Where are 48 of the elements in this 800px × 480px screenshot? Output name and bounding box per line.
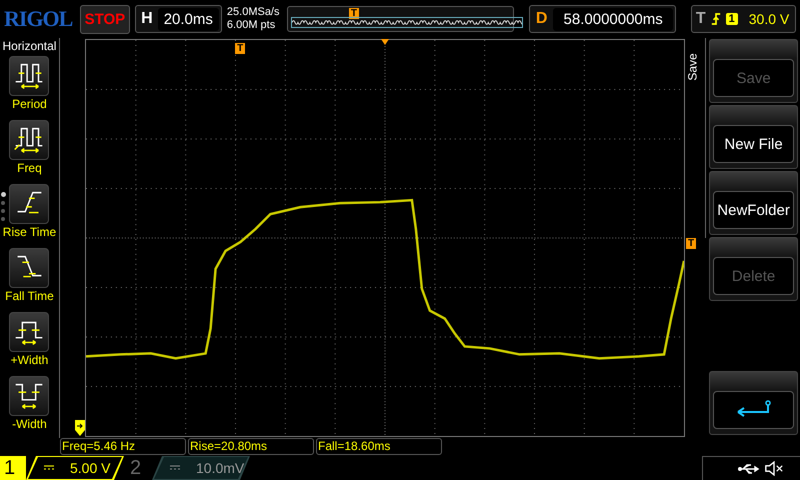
- run-stop-status[interactable]: STOP: [80, 4, 130, 34]
- positive-width-icon[interactable]: [9, 312, 50, 352]
- channel-number: 1: [0, 456, 26, 480]
- measure-label: Rise Time: [2, 224, 56, 240]
- memory-depth: 6.00M pts: [226, 19, 276, 32]
- measure-label: Period: [12, 96, 47, 112]
- measure-label: Freq: [17, 160, 42, 176]
- trigger-source: 1: [726, 13, 738, 25]
- measurement-readout: Fall=18.60ms: [316, 438, 442, 455]
- timebase-label: H: [140, 10, 154, 28]
- timebase-value: 20.0ms: [158, 8, 219, 30]
- channel-scale: 10.0mV: [196, 460, 244, 476]
- trigger-level: 30.0 V: [748, 11, 790, 27]
- measure-label: Fall Time: [5, 288, 54, 304]
- back-button[interactable]: [713, 391, 794, 429]
- measurement-readout: Freq=5.46 Hz: [60, 438, 186, 455]
- softkey-button[interactable]: New File: [713, 125, 794, 163]
- softkey-button[interactable]: NewFolder: [713, 191, 794, 229]
- usb-icon: [738, 462, 760, 474]
- trigger-level-marker[interactable]: T: [686, 238, 696, 249]
- menu-title: Save: [686, 53, 700, 81]
- brand-logo: RIGOL: [4, 6, 74, 32]
- rising-edge-icon: [710, 12, 721, 26]
- trigger-position-marker[interactable]: T: [235, 43, 246, 54]
- measure-label: -Width: [12, 416, 47, 432]
- speaker-muted-icon: [764, 461, 784, 476]
- channel-number: 2: [129, 456, 142, 480]
- delay-label: D: [534, 10, 548, 28]
- timebase-box[interactable]: H 20.0ms: [135, 5, 222, 33]
- channel-ground-marker-icon: [74, 420, 85, 436]
- frequency-icon[interactable]: [9, 120, 50, 160]
- trigger-marker: T: [348, 8, 360, 19]
- negative-width-icon[interactable]: [9, 376, 50, 416]
- dc-coupling-icon: [44, 465, 54, 471]
- channel-scale: 5.00 V: [70, 460, 110, 476]
- delay-box[interactable]: D 58.0000000ms: [528, 5, 676, 33]
- dc-coupling-icon: [170, 465, 180, 471]
- trigger-box[interactable]: T 1 30.0 V: [690, 5, 796, 33]
- measurement-readout: Rise=20.80ms: [188, 438, 314, 455]
- menu-title: Horizontal: [2, 39, 56, 54]
- delay-marker-icon: [381, 39, 390, 45]
- rise-time-icon[interactable]: [9, 184, 50, 224]
- measure-label: +Width: [10, 352, 48, 368]
- delay-value: 58.0000000ms: [553, 8, 673, 30]
- sample-rate: 25.0MSa/s: [226, 6, 279, 19]
- fall-time-icon[interactable]: [9, 248, 50, 288]
- period-icon[interactable]: [9, 56, 50, 96]
- trigger-label: T: [696, 10, 706, 28]
